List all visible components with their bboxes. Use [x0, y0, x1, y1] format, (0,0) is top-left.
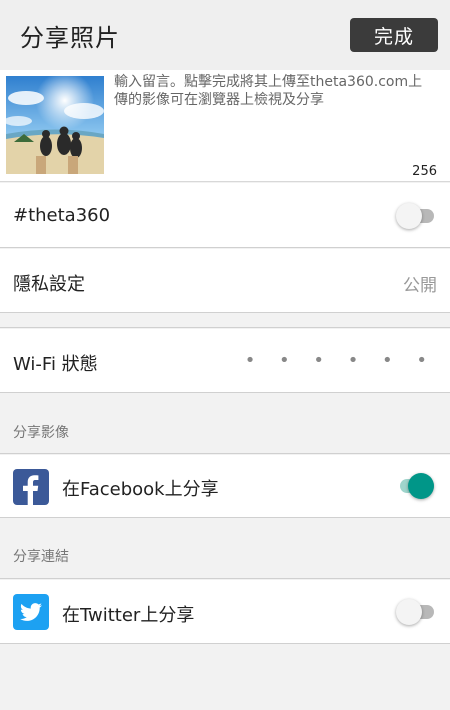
wifi-label: Wi-Fi 狀態: [13, 354, 98, 375]
wifi-row: Wi-Fi 狀態 • • • • • •: [0, 329, 450, 393]
facebook-toggle[interactable]: [396, 473, 434, 499]
section-divider: [0, 314, 450, 328]
share-image-title: 分享影像: [13, 425, 69, 441]
page-title: 分享照片: [20, 24, 120, 52]
twitter-icon: [13, 594, 49, 630]
share-image-section-header: 分享影像: [0, 394, 450, 454]
photo-thumbnail: [6, 76, 104, 174]
facebook-icon: [13, 469, 49, 505]
hashtag-toggle[interactable]: [396, 203, 434, 229]
comment-section: 輸入留言。點擊完成將其上傳至theta360.com上傳的影像可在瀏覽器上檢視及…: [0, 70, 450, 182]
toggle-knob: [396, 599, 422, 625]
toggle-knob: [396, 203, 422, 229]
share-link-section-header: 分享連結: [0, 519, 450, 579]
hashtag-label: #theta360: [13, 205, 111, 226]
privacy-label: 隱私設定: [13, 274, 85, 295]
twitter-label: 在Twitter上分享: [62, 605, 195, 626]
wifi-status-dots: • • • • • •: [244, 350, 436, 371]
share-photo-screen: 分享照片 完成 輸入留言。點擊完成將其上傳至theta360.com上傳的影像可…: [0, 0, 450, 710]
hashtag-row[interactable]: #theta360: [0, 183, 450, 248]
privacy-row[interactable]: 隱私設定 公開: [0, 249, 450, 313]
toggle-knob: [408, 473, 434, 499]
facebook-label: 在Facebook上分享: [62, 479, 219, 500]
facebook-row[interactable]: 在Facebook上分享: [0, 455, 450, 518]
photo-thumbnail-image: [6, 76, 104, 174]
privacy-value: 公開: [403, 276, 437, 296]
share-link-title: 分享連結: [13, 549, 69, 565]
done-button[interactable]: 完成: [350, 18, 438, 52]
twitter-toggle[interactable]: [396, 599, 434, 625]
char-count: 256: [412, 164, 437, 179]
app-header: 分享照片 完成: [0, 0, 450, 70]
twitter-row[interactable]: 在Twitter上分享: [0, 580, 450, 644]
comment-input[interactable]: 輸入留言。點擊完成將其上傳至theta360.com上傳的影像可在瀏覽器上檢視及…: [114, 73, 434, 109]
